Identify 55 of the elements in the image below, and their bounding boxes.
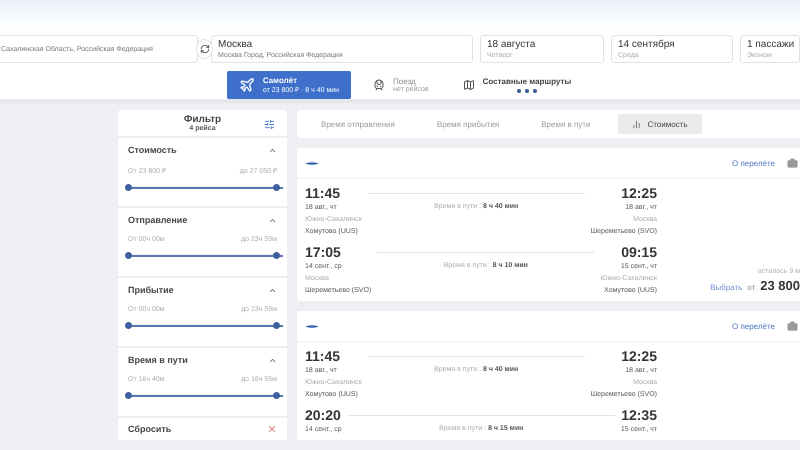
sort-tab[interactable]: Стоимость	[618, 114, 702, 134]
departure-time: 11:45	[305, 185, 340, 202]
slider-handle[interactable]	[273, 322, 280, 329]
swap-icon	[200, 44, 210, 54]
slider-handle[interactable]	[125, 392, 132, 399]
sort-icon	[632, 120, 642, 128]
close-icon	[267, 424, 277, 434]
section-title: Отправление	[128, 215, 188, 225]
departure-time: 20:20	[305, 407, 341, 424]
about-flight-link[interactable]: О перелёте	[732, 158, 775, 168]
section-title: Стоимость	[128, 145, 177, 155]
reset-button[interactable]: Сбросить	[118, 418, 287, 440]
train-icon	[373, 79, 386, 91]
field-value: 1 пассажи	[747, 38, 793, 51]
baggage-icon	[787, 320, 798, 332]
field-value: 18 августа	[487, 38, 536, 51]
section-title: Прибытие	[128, 285, 174, 295]
slider-handle[interactable]	[273, 252, 280, 259]
sort-tab[interactable]: Время прибытия	[422, 114, 514, 134]
departure-time: 17:05	[305, 244, 341, 261]
slider-handle[interactable]	[125, 322, 132, 329]
price-prefix: от	[747, 283, 756, 292]
slider-handle[interactable]	[125, 184, 132, 191]
slider-handle[interactable]	[125, 252, 132, 259]
tab-label: Составные маршруты	[482, 77, 572, 86]
section-title: Время в пути	[128, 355, 188, 365]
range-slider[interactable]	[125, 184, 280, 191]
tab-label: Поезд	[393, 77, 416, 86]
slider-handle[interactable]	[273, 184, 280, 191]
range-slider[interactable]	[125, 322, 280, 329]
select-link[interactable]: Выбрать	[710, 283, 742, 292]
tab-label: Самолёт	[262, 76, 298, 85]
filter-title: Фильтр	[184, 114, 222, 125]
airline-logo-icon	[305, 160, 319, 166]
arrival-time: 12:25	[621, 185, 657, 202]
field-value: 14 сентября	[618, 38, 676, 51]
about-flight-link[interactable]: О перелёте	[732, 322, 775, 330]
airline-logo-icon	[305, 324, 319, 328]
baggage-icon	[787, 158, 798, 168]
plane-icon	[238, 77, 255, 93]
departure-time: 11:45	[305, 348, 340, 365]
arrival-time: 12:35	[621, 407, 657, 424]
sort-tab[interactable]: Время отправления	[307, 114, 409, 134]
slider-handle[interactable]	[273, 392, 280, 399]
range-slider[interactable]	[125, 252, 280, 259]
filter-settings-icon[interactable]	[264, 119, 275, 130]
map-icon	[462, 79, 475, 91]
price: 23 800	[760, 278, 800, 293]
range-slider[interactable]	[125, 392, 280, 399]
transport-tab[interactable]: Составные маршруты	[450, 71, 584, 99]
arrival-time: 12:25	[621, 348, 657, 365]
sort-tab[interactable]: Время в пути	[527, 114, 604, 134]
field-value: Москва	[218, 38, 254, 51]
arrival-time: 09:15	[621, 244, 657, 261]
loading-dots-icon	[516, 89, 537, 93]
